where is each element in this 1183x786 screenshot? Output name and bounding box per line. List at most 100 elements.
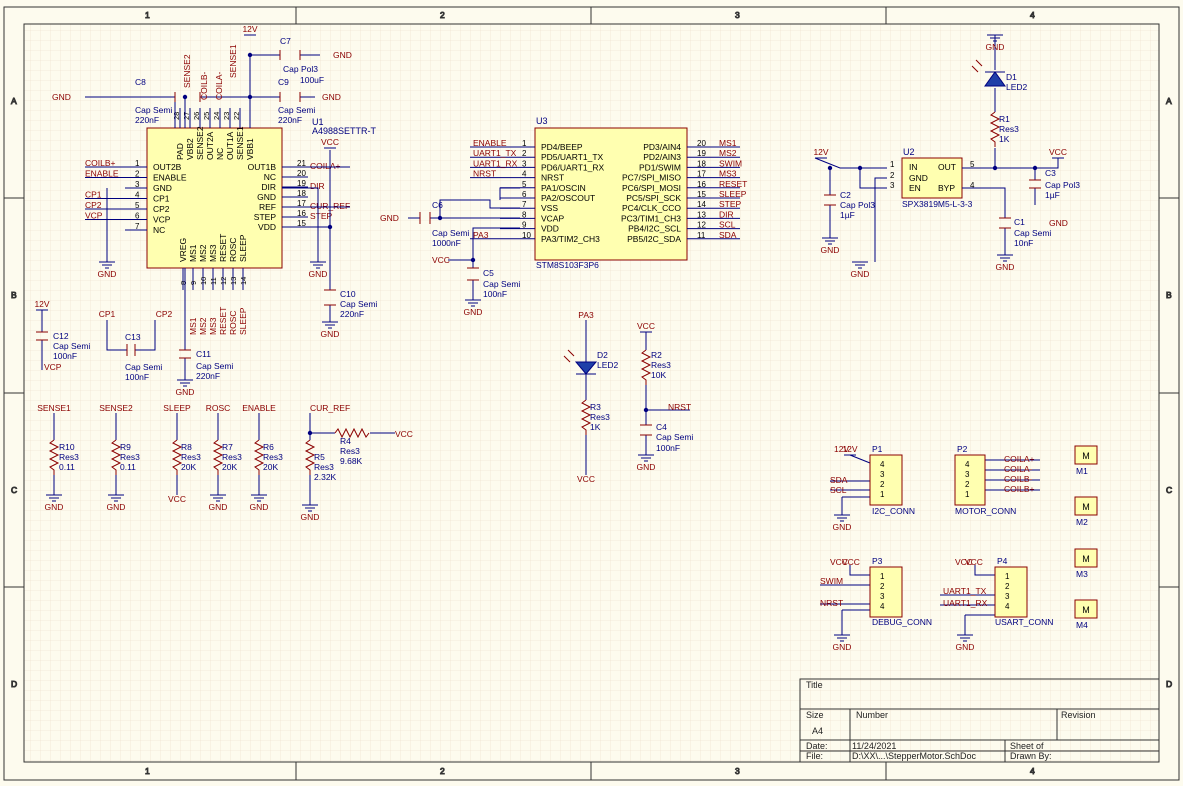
c7-value: 100uF (300, 75, 324, 85)
c7-type: Cap Pol3 (283, 64, 318, 74)
d1-ref: D1 (1006, 72, 1017, 82)
schematic-sheet: 11223344A AB BC CD D Title Size A4 Number Re… (0, 0, 1183, 786)
c1-ref: C1 (1014, 217, 1025, 227)
u3-pin-num: 16 (697, 180, 706, 189)
c11-type: Cap Semi (196, 361, 233, 371)
c4-type: Cap Semi (656, 432, 693, 442)
u1-bottom-net-label: MS3 (208, 317, 218, 335)
u1-left-net-label: CP2 (85, 200, 102, 210)
file-label: File: (806, 751, 823, 761)
u1-pin-num: 2 (135, 170, 140, 179)
u3-pin-num: 5 (522, 180, 527, 189)
u1-bottom-net-label: RESET (218, 307, 228, 335)
p4-pin: 2 (1005, 582, 1010, 591)
r1-type: Res3 (999, 124, 1019, 134)
u2-pin-2-num: 2 (890, 171, 895, 180)
r6-type: Res3 (263, 452, 283, 462)
p2-net-label: COILA+ (1004, 454, 1035, 464)
u3-pin-name: PC3/TIM1_CH3 (621, 213, 681, 223)
v12-u2-in: 12V (813, 147, 828, 157)
u1-pin-num: 26 (192, 112, 201, 120)
u1-top-net-label: COILA- (214, 71, 224, 100)
u1-pin-name: OUT2A (205, 131, 215, 160)
u1-pin-name: VBB2 (185, 138, 195, 160)
u3-pin-name: PD4/BEEP (541, 142, 583, 152)
u3-right-net-label: MS3 (719, 169, 737, 179)
u1-pin-name: ROSC (228, 237, 238, 262)
u3-pin-num: 10 (522, 231, 531, 240)
u1-pin-name: DIR (261, 182, 276, 192)
u1-pin-name: REF (259, 202, 276, 212)
u3-pin-num: 18 (697, 159, 706, 168)
p3-pin: 1 (880, 572, 885, 581)
u2-pin-3-num: 3 (890, 181, 895, 190)
u3-pin-num: 17 (697, 170, 706, 179)
gnd-port-7-label: GND (250, 502, 269, 512)
sheet-label: Sheet (1010, 741, 1034, 751)
r9-ref: R9 (120, 442, 131, 452)
u3-pin-num: 6 (522, 190, 527, 199)
u3-left-net-label: PA3 (473, 230, 489, 240)
u3-pin-name: PC6/SPI_MOSI (622, 183, 681, 193)
u1-pin-name: GND (153, 183, 172, 193)
r2-ref: R2 (651, 350, 662, 360)
c10-value: 220nF (340, 309, 364, 319)
p4-pin: 1 (1005, 572, 1010, 581)
p1-net-label: SDA (830, 475, 848, 485)
gnd-port-11-label: GND (821, 245, 840, 255)
u3-pin-num: 19 (697, 149, 706, 158)
c6-type: Cap Semi (432, 228, 469, 238)
gnd-port-8-label: GND (301, 512, 320, 522)
u1-pin-name: OUT1A (225, 131, 235, 160)
p1-pin: 4 (880, 460, 885, 469)
row-marker-C: C (11, 485, 17, 495)
gnd-port-13-label: GND (996, 262, 1015, 272)
gnd-port-14-label: GND (833, 522, 852, 532)
u1-pin-name: VCP (153, 215, 171, 225)
u3-left-net-label: ENABLE (473, 138, 507, 148)
c1-value: 10nF (1014, 238, 1033, 248)
p3-ref: P3 (872, 556, 883, 566)
p4-body (994, 566, 1028, 618)
u3-part: STM8S103F3P6 (536, 260, 599, 270)
u3-pin-num: 14 (697, 200, 706, 209)
u1-pin-name: STEP (254, 212, 277, 222)
row-marker-right-D: D (1166, 679, 1172, 689)
row-marker-right-A: A (1166, 96, 1172, 106)
vcc-d2: VCC (577, 474, 595, 484)
column-marker-1: 1 (145, 10, 150, 20)
vcc-u3: VCC (432, 255, 450, 265)
p3-pin: 3 (880, 592, 885, 601)
u1-designator: U1 (312, 117, 324, 127)
gnd-label-c3: GND (1049, 218, 1068, 228)
c8-ref: C8 (135, 77, 146, 87)
u3-pin-num: 7 (522, 200, 527, 209)
u3-designator: U3 (536, 116, 548, 126)
u1-left-net-label: CP1 (85, 190, 102, 200)
u1-top-net-label: SENSE1 (228, 44, 238, 78)
title-label: Title (806, 680, 823, 690)
u1-pin-name: RESET (218, 234, 228, 262)
of-label: of (1036, 741, 1044, 751)
u3-right-net-label: RESET (719, 179, 747, 189)
vcc-r2: VCC (637, 321, 655, 331)
gnd-label-c7: GND (333, 50, 352, 60)
u3-right-net-label: DIR (719, 209, 734, 219)
u2-pin-gnd-name: GND (909, 173, 928, 183)
u1-pin-name: PAD (175, 143, 185, 160)
r5-value: 2.32K (314, 472, 337, 482)
size-label: Size (806, 710, 824, 720)
u2-pin-4-num: 4 (970, 181, 975, 190)
u3-right-net-label: SLEEP (719, 189, 747, 199)
u3-pin-num: 11 (697, 231, 706, 240)
c7-ref: C7 (280, 36, 291, 46)
u2-pin-1-num: 1 (890, 160, 895, 169)
c8-value: 220nF (135, 115, 159, 125)
p1-name: I2C_CONN (872, 506, 915, 516)
u3-pin-num: 12 (697, 221, 706, 230)
u1-pin-name: VBB1 (245, 138, 255, 160)
c6-value: 1000nF (432, 238, 461, 248)
u3-pin-name: PB5/I2C_SDA (627, 234, 681, 244)
u1-pin-num: 6 (135, 212, 140, 221)
p3-net-label: SWIM (820, 576, 843, 586)
